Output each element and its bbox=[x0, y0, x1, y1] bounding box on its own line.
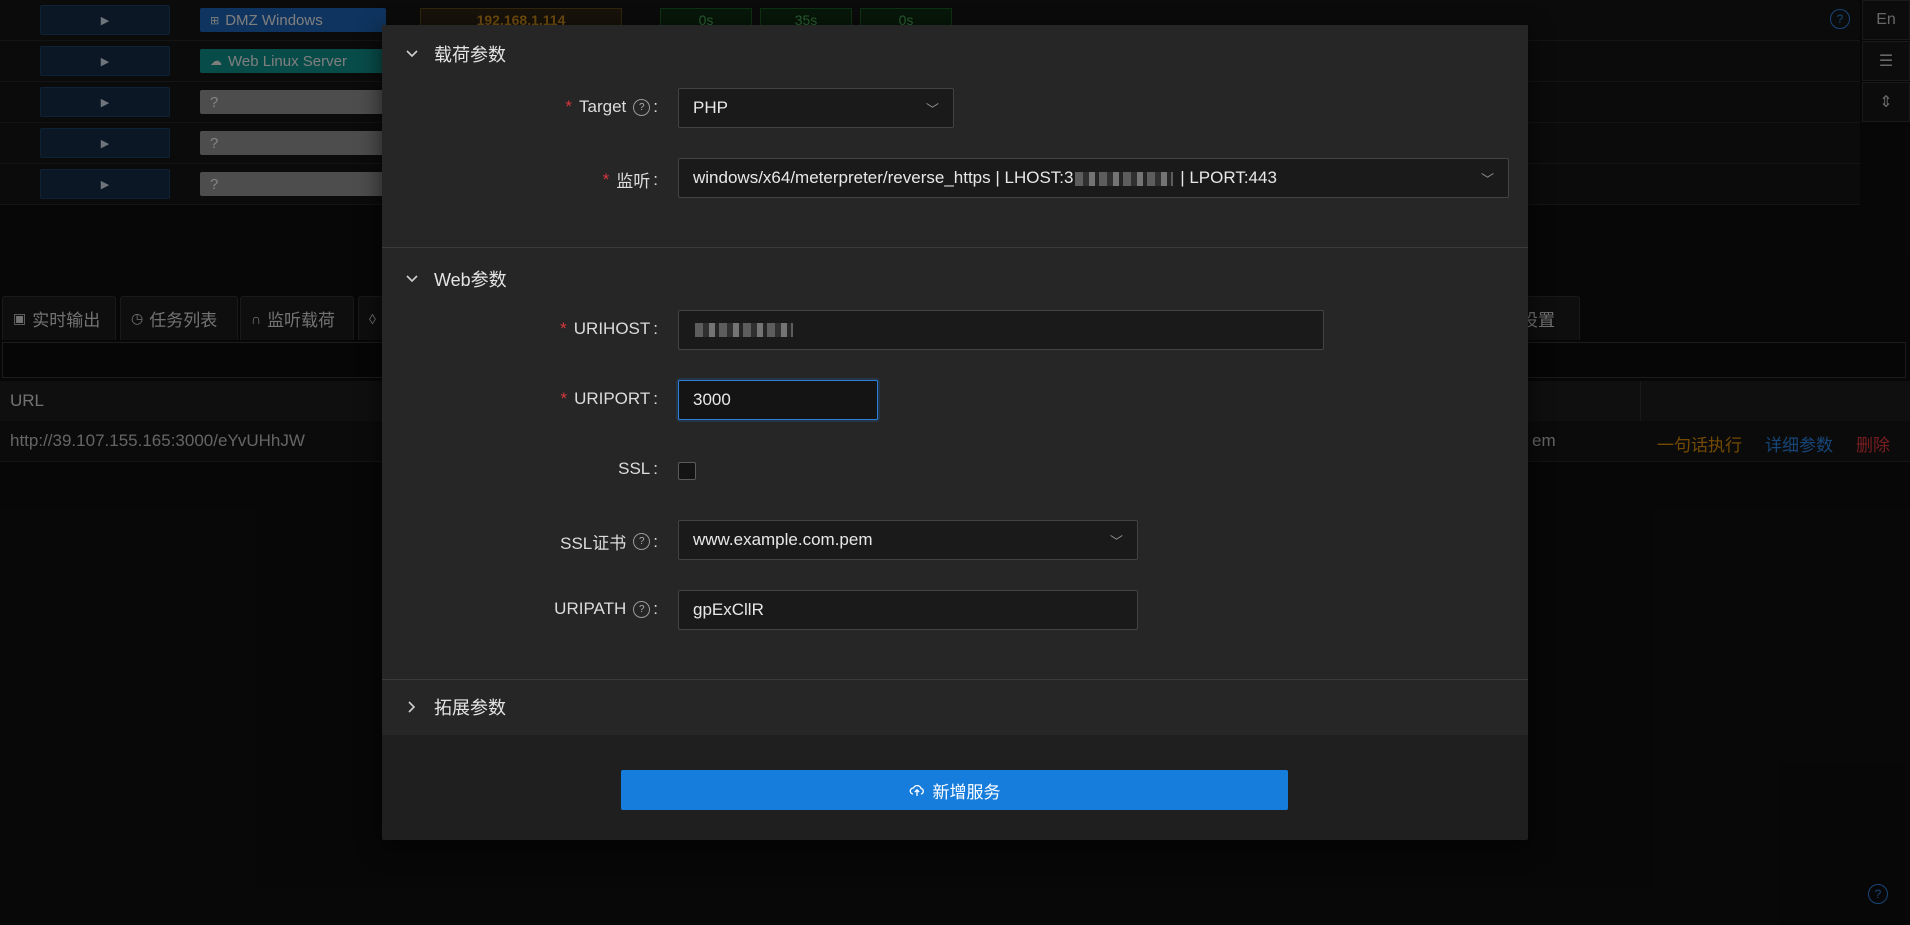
sslcert-label: SSL证书?: bbox=[560, 531, 658, 554]
chevron-right-icon bbox=[408, 701, 416, 713]
chevron-down-icon bbox=[406, 50, 418, 58]
cloud-upload-icon bbox=[909, 784, 924, 796]
redacted-host bbox=[695, 323, 793, 337]
payload-panel-header[interactable]: 载荷参数 bbox=[382, 29, 1528, 79]
chevron-down-icon: ﹀ bbox=[925, 101, 939, 117]
question-icon[interactable]: ? bbox=[633, 600, 651, 618]
target-select[interactable]: PHP ﹀ bbox=[678, 88, 954, 128]
sslcert-select[interactable]: www.example.com.pem ﹀ bbox=[678, 520, 1138, 560]
uriport-input[interactable]: 3000 bbox=[678, 380, 878, 420]
add-service-modal: 载荷参数 * Target?: PHP ﹀ * 监听: windows/x64/me… bbox=[382, 25, 1528, 840]
chevron-down-icon: ﹀ bbox=[1480, 171, 1494, 187]
web-panel-header[interactable]: Web参数 bbox=[382, 254, 1528, 304]
chevron-down-icon bbox=[406, 275, 418, 283]
add-service-button[interactable]: 新增服务 bbox=[621, 770, 1288, 810]
ssl-label: SSL: bbox=[618, 459, 658, 478]
listener-select[interactable]: windows/x64/meterpreter/reverse_https | … bbox=[678, 158, 1509, 198]
ext-panel-header[interactable]: 拓展参数 bbox=[382, 682, 1528, 732]
question-icon[interactable]: ? bbox=[633, 98, 651, 116]
chevron-down-icon: ﹀ bbox=[1109, 533, 1123, 549]
ext-panel: 拓展参数 bbox=[382, 680, 1528, 735]
listener-label: * 监听: bbox=[602, 169, 658, 192]
payload-panel: 载荷参数 * Target?: PHP ﹀ * 监听: windows/x64/me… bbox=[382, 25, 1528, 247]
uripath-label: URIPATH?: bbox=[554, 599, 658, 618]
target-label: * Target?: bbox=[565, 97, 658, 116]
redacted-ip bbox=[1075, 171, 1174, 186]
question-icon[interactable]: ? bbox=[633, 533, 651, 550]
urihost-input[interactable] bbox=[678, 310, 1324, 350]
ssl-checkbox[interactable] bbox=[678, 462, 696, 480]
urihost-label: * URIHOST: bbox=[560, 319, 658, 338]
web-panel: Web参数 * URIHOST: * URIPORT: 3000 SSL: SSL证… bbox=[382, 248, 1528, 704]
uripath-input[interactable]: gpExCllR bbox=[678, 590, 1138, 630]
uriport-label: * URIPORT: bbox=[560, 389, 658, 408]
